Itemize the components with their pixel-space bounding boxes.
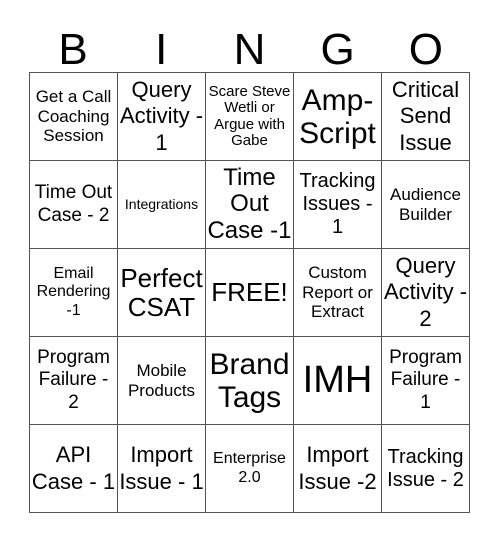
bingo-cell[interactable]: Scare Steve Wetli or Argue with Gabe (206, 73, 294, 161)
bingo-cell[interactable]: Import Issue -2 (294, 425, 382, 513)
bingo-cell[interactable]: Custom Report or Extract (294, 249, 382, 337)
bingo-cell[interactable]: Time Out Case - 2 (30, 161, 118, 249)
bingo-card-grid: Get a Call Coaching Session Query Activi… (29, 72, 470, 513)
bingo-cell[interactable]: Program Failure - 1 (382, 337, 470, 425)
bingo-cell[interactable]: Enterprise 2.0 (206, 425, 294, 513)
bingo-cell[interactable]: Query Activity - 2 (382, 249, 470, 337)
bingo-cell[interactable]: Mobile Products (118, 337, 206, 425)
bingo-cell[interactable]: Critical Send Issue (382, 73, 470, 161)
header-letter-b: B (58, 25, 88, 74)
bingo-cell[interactable]: Time Out Case -1 (206, 161, 294, 249)
header-letter-o: O (408, 25, 443, 74)
bingo-cell[interactable]: Integrations (118, 161, 206, 249)
bingo-cell[interactable]: Email Rendering -1 (30, 249, 118, 337)
bingo-cell[interactable]: Brand Tags (206, 337, 294, 425)
bingo-cell[interactable]: API Case - 1 (30, 425, 118, 513)
free-space-cell[interactable]: FREE! (206, 249, 294, 337)
bingo-cell[interactable]: Tracking Issues - 1 (294, 161, 382, 249)
bingo-header: B I N G O (29, 27, 470, 73)
bingo-cell[interactable]: IMH (294, 337, 382, 425)
header-letter-g: G (320, 25, 355, 74)
bingo-cell[interactable]: Amp-Script (294, 73, 382, 161)
bingo-cell[interactable]: Tracking Issue - 2 (382, 425, 470, 513)
bingo-cell[interactable]: Perfect CSAT (118, 249, 206, 337)
bingo-cell[interactable]: Query Activity - 1 (118, 73, 206, 161)
bingo-cell[interactable]: Program Failure - 2 (30, 337, 118, 425)
bingo-cell[interactable]: Import Issue - 1 (118, 425, 206, 513)
header-letter-i: I (155, 25, 168, 74)
header-letter-n: N (233, 25, 266, 74)
bingo-cell[interactable]: Get a Call Coaching Session (30, 73, 118, 161)
bingo-cell[interactable]: Audience Builder (382, 161, 470, 249)
